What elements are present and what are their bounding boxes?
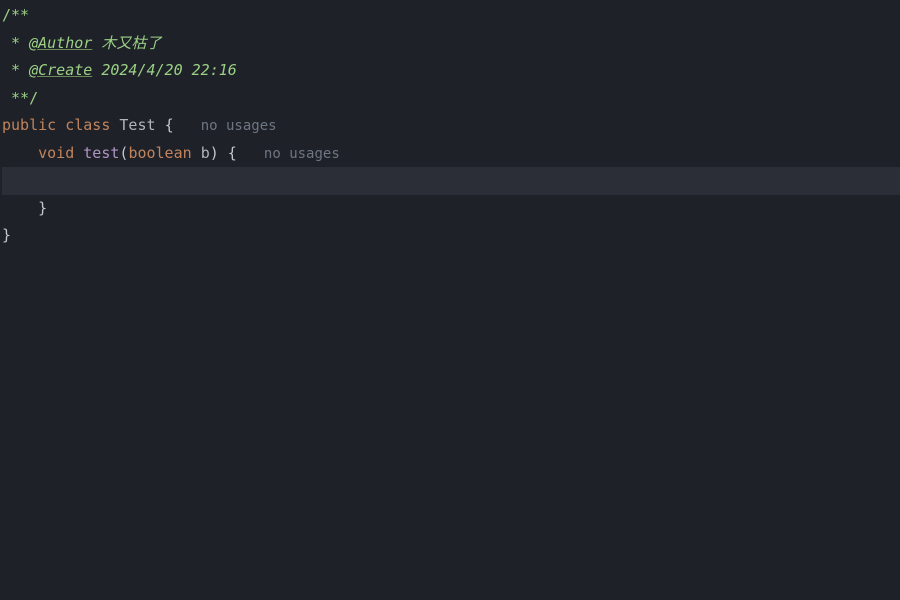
javadoc-author-value: 木又枯了 (101, 34, 161, 52)
code-line[interactable]: * @Author 木又枯了 (2, 30, 900, 58)
open-brace: { (165, 116, 174, 134)
indent (2, 199, 38, 217)
code-line[interactable]: } (2, 195, 900, 223)
code-line[interactable]: public class Test { no usages (2, 112, 900, 140)
code-editor[interactable]: /** * @Author 木又枯了 * @Create 2024/4/20 2… (0, 0, 900, 250)
space (174, 116, 201, 134)
comment-open: /** (2, 6, 29, 24)
space (219, 144, 228, 162)
javadoc-create-tag: @Create (29, 61, 92, 79)
keyword-void: void (38, 144, 74, 162)
close-paren: ) (210, 144, 219, 162)
javadoc-create-value: 2024/4/20 22:16 (101, 61, 236, 79)
indent (2, 144, 38, 162)
usages-hint[interactable]: no usages (264, 146, 340, 162)
code-line[interactable]: } (2, 222, 900, 250)
comment-close: **/ (2, 89, 38, 107)
code-line[interactable]: /** (2, 2, 900, 30)
close-brace: } (38, 199, 47, 217)
space (156, 116, 165, 134)
class-identifier: Test (119, 116, 155, 134)
keyword-public: public (2, 116, 56, 134)
method-identifier: test (83, 144, 119, 162)
current-line[interactable] (2, 167, 900, 195)
space (237, 144, 264, 162)
comment-star: * (2, 61, 29, 79)
usages-hint[interactable]: no usages (201, 118, 277, 134)
space (92, 34, 101, 52)
code-line[interactable]: **/ (2, 85, 900, 113)
javadoc-author-tag: @Author (29, 34, 92, 52)
space (192, 144, 201, 162)
code-line[interactable]: void test(boolean b) { no usages (2, 140, 900, 168)
close-brace: } (2, 226, 11, 244)
keyword-boolean: boolean (128, 144, 191, 162)
param-identifier: b (201, 144, 210, 162)
space (56, 116, 65, 134)
space (92, 61, 101, 79)
comment-star: * (2, 34, 29, 52)
keyword-class: class (65, 116, 110, 134)
code-line[interactable]: * @Create 2024/4/20 22:16 (2, 57, 900, 85)
open-brace: { (228, 144, 237, 162)
space (74, 144, 83, 162)
